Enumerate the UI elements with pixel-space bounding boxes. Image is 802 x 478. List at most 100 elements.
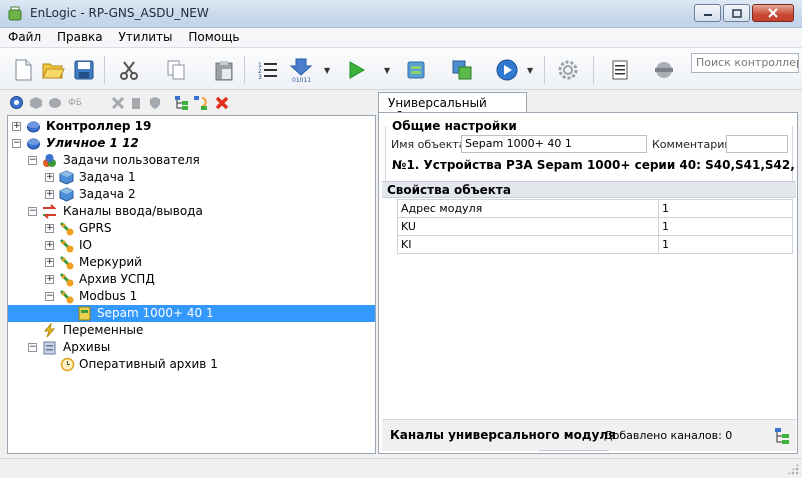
collapse-toggle[interactable]: − <box>28 207 37 216</box>
tree-node-archives[interactable]: − Архивы <box>8 339 375 356</box>
property-value[interactable]: 1 <box>658 217 793 236</box>
tree-add-button[interactable] <box>174 95 189 110</box>
cross-tool-icon <box>111 96 124 109</box>
tree-node-operative-archive-1[interactable]: Оперативный архив 1 <box>8 356 375 373</box>
paste-button[interactable] <box>211 57 237 83</box>
tree-node-task-2[interactable]: + Задача 2 <box>8 186 375 203</box>
expand-toggle[interactable]: + <box>12 122 21 131</box>
shield-button[interactable] <box>147 95 162 110</box>
table-row[interactable]: KI 1 <box>397 235 793 254</box>
add-channel-button[interactable] <box>772 426 792 446</box>
delete-node-button[interactable] <box>214 95 229 110</box>
tree-node-label: Задачи пользователя <box>63 153 200 167</box>
lamp-button[interactable] <box>651 57 677 83</box>
save-button[interactable] <box>71 57 97 83</box>
expand-toggle[interactable]: + <box>45 241 54 250</box>
download-button[interactable]: 01011 <box>288 57 314 83</box>
expand-toggle[interactable]: + <box>45 275 54 284</box>
tree-node-io-channels[interactable]: − Каналы ввода/вывода <box>8 203 375 220</box>
tree-node-user-tasks[interactable]: − Задачи пользователя <box>8 152 375 169</box>
collapse-toggle[interactable]: − <box>28 343 37 352</box>
list-button[interactable]: 123 <box>255 57 281 83</box>
settings-button[interactable] <box>555 57 581 83</box>
tree-node-label: Оперативный архив 1 <box>79 357 218 371</box>
property-value[interactable]: 1 <box>658 235 793 254</box>
open-button[interactable] <box>40 57 66 83</box>
document-button[interactable] <box>607 57 633 83</box>
add-object-button[interactable] <box>28 95 43 110</box>
tree-move-icon <box>194 95 207 110</box>
property-name: Адрес модуля <box>397 199 659 218</box>
list-icon: 123 <box>258 62 277 81</box>
delete-bin-button[interactable] <box>128 95 143 110</box>
expand-toggle[interactable]: + <box>45 190 54 199</box>
table-row[interactable]: Адрес модуля 1 <box>397 199 793 218</box>
menu-edit[interactable]: Правка <box>51 28 109 44</box>
function-block-button[interactable]: ФБ <box>65 95 85 110</box>
close-button[interactable] <box>752 4 794 22</box>
menu-file[interactable]: Файл <box>0 28 47 44</box>
controller-icon <box>27 138 40 150</box>
table-row[interactable]: KU 1 <box>397 217 793 236</box>
tree-node-archive-uspd[interactable]: + Архив УСПД <box>8 271 375 288</box>
tree-node-gprs[interactable]: + GPRS <box>8 220 375 237</box>
comment-label: Комментарий <box>652 138 732 151</box>
collapse-toggle[interactable]: − <box>12 139 21 148</box>
tree-node-controller-19[interactable]: + Контроллер 19 <box>8 118 375 135</box>
lamp-icon <box>655 62 673 78</box>
tasks-icon <box>43 154 56 167</box>
copy-button[interactable] <box>163 57 189 83</box>
collapse-toggle[interactable]: − <box>28 156 37 165</box>
tree-node-street-1-12[interactable]: − Уличное 1 12 <box>8 135 375 152</box>
run-dropdown-icon[interactable]: ▼ <box>384 66 390 75</box>
general-settings-title: Общие настройки <box>390 119 519 133</box>
variables-icon <box>43 323 56 338</box>
menu-utilities[interactable]: Утилиты <box>112 28 178 44</box>
maximize-icon <box>731 8 742 18</box>
collapse-toggle[interactable]: − <box>45 292 54 301</box>
splitter-grip[interactable] <box>539 450 609 455</box>
delete-red-icon <box>215 96 229 109</box>
search-controller-input[interactable]: Поиск контроллера <box>691 53 799 73</box>
io-channels-icon <box>42 204 57 219</box>
play-circle-button[interactable] <box>494 57 520 83</box>
tree-node-mercury[interactable]: + Меркурий <box>8 254 375 271</box>
cut-icon <box>120 61 138 80</box>
tree-node-label: GPRS <box>79 221 112 235</box>
comment-input[interactable] <box>726 135 788 153</box>
device-button[interactable] <box>403 57 429 83</box>
expand-toggle[interactable]: + <box>45 258 54 267</box>
cube-icon <box>59 170 74 185</box>
add-controller-button[interactable] <box>9 95 24 110</box>
tree-node-label: Архивы <box>63 340 111 354</box>
resize-grip-icon[interactable] <box>787 463 799 475</box>
tree-node-sepam-1000-40-1[interactable]: Sepam 1000+ 40 1 <box>8 305 375 322</box>
tree-node-task-1[interactable]: + Задача 1 <box>8 169 375 186</box>
menu-bar: Файл Правка Утилиты Помощь <box>0 28 802 48</box>
add-module-button[interactable] <box>47 95 62 110</box>
tab-universal-object[interactable]: Универсальный объект <box>378 92 527 124</box>
document-icon <box>612 60 628 80</box>
channels-title: Каналы универсального модуля <box>390 428 616 442</box>
new-file-icon <box>15 59 32 81</box>
play-dropdown-icon[interactable]: ▼ <box>527 66 533 75</box>
tree-node-modbus-1[interactable]: − Modbus 1 <box>8 288 375 305</box>
cut-node-button[interactable] <box>110 95 125 110</box>
tree-node-variables[interactable]: Переменные <box>8 322 375 339</box>
cut-button[interactable] <box>116 57 142 83</box>
property-value[interactable]: 1 <box>658 199 793 218</box>
object-name-input[interactable]: Sepam 1000+ 40 1 <box>461 135 647 153</box>
maximize-button[interactable] <box>723 4 750 22</box>
run-button[interactable] <box>343 57 369 83</box>
expand-toggle[interactable]: + <box>45 173 54 182</box>
new-file-button[interactable] <box>10 57 36 83</box>
tree-node-io[interactable]: + IO <box>8 237 375 254</box>
function-block-icon: ФБ <box>68 97 82 108</box>
minimize-button[interactable] <box>694 4 721 22</box>
tree-move-button[interactable] <box>193 95 208 110</box>
expand-toggle[interactable]: + <box>45 224 54 233</box>
sync-button[interactable] <box>449 57 475 83</box>
object-name-label: Имя объекта <box>391 138 466 151</box>
menu-help[interactable]: Помощь <box>182 28 245 44</box>
download-dropdown-icon[interactable]: ▼ <box>324 66 330 75</box>
